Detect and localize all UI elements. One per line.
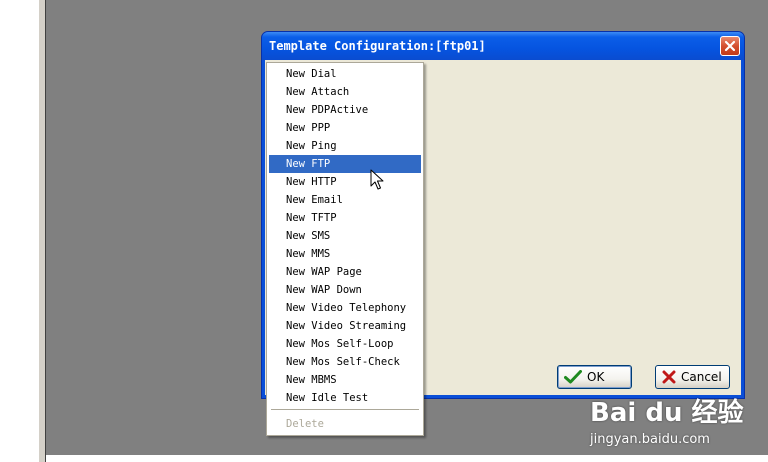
menu-item-new-wap-down[interactable]: New WAP Down <box>269 281 421 299</box>
menu-item-label: New WAP Down <box>286 284 362 296</box>
menu-item-new-http[interactable]: New HTTP <box>269 173 421 191</box>
left-frame-border <box>38 0 46 462</box>
menu-item-new-mbms[interactable]: New MBMS <box>269 371 421 389</box>
menu-item-new-mos-self-check[interactable]: New Mos Self-Check <box>269 353 421 371</box>
menu-item-label: Delete <box>286 418 324 430</box>
menu-item-label: New Video Telephony <box>286 302 407 314</box>
context-menu: New Dial New Attach New PDPActive New PP… <box>266 62 424 436</box>
menu-item-new-pdpactive[interactable]: New PDPActive <box>269 101 421 119</box>
menu-item-new-email[interactable]: New Email <box>269 191 421 209</box>
red-x-icon <box>662 370 676 384</box>
ok-button-label: OK <box>587 370 605 384</box>
menu-item-label: New PPP <box>286 122 331 134</box>
menu-item-new-video-telephony[interactable]: New Video Telephony <box>269 299 421 317</box>
menu-item-new-tftp[interactable]: New TFTP <box>269 209 421 227</box>
menu-item-label: New MBMS <box>286 374 337 386</box>
menu-item-label: New TFTP <box>286 212 337 224</box>
watermark-url: jingyan.baidu.com <box>590 432 710 447</box>
dialog-titlebar[interactable]: Template Configuration:[ftp01] <box>262 32 744 60</box>
checkmark-icon <box>564 370 582 384</box>
menu-item-label: New Attach <box>286 86 350 98</box>
watermark-logo: Bai du 经验 <box>590 398 744 428</box>
menu-item-new-wap-page[interactable]: New WAP Page <box>269 263 421 281</box>
menu-item-new-ftp[interactable]: New FTP <box>269 155 421 173</box>
menu-item-new-attach[interactable]: New Attach <box>269 83 421 101</box>
menu-item-new-video-streaming[interactable]: New Video Streaming <box>269 317 421 335</box>
arrow-cursor-icon <box>370 169 384 190</box>
ok-button[interactable]: OK <box>557 365 632 389</box>
menu-separator <box>271 409 419 410</box>
menu-item-label: New Email <box>286 194 343 206</box>
menu-item-new-mms[interactable]: New MMS <box>269 245 421 263</box>
menu-item-label: New Mos Self-Loop <box>286 338 394 350</box>
menu-item-new-ppp[interactable]: New PPP <box>269 119 421 137</box>
left-white-panel <box>0 0 38 462</box>
menu-item-new-idle-test[interactable]: New Idle Test <box>269 389 421 407</box>
menu-item-new-sms[interactable]: New SMS <box>269 227 421 245</box>
menu-item-new-mos-self-loop[interactable]: New Mos Self-Loop <box>269 335 421 353</box>
baidu-jingyan-watermark: Bai du 经验 jingyan.baidu.com <box>588 392 766 458</box>
menu-item-label: New FTP <box>286 158 331 170</box>
menu-item-label: New PDPActive <box>286 104 369 116</box>
menu-item-new-dial[interactable]: New Dial <box>269 65 421 83</box>
menu-item-label: New MMS <box>286 248 331 260</box>
menu-item-new-ping[interactable]: New Ping <box>269 137 421 155</box>
cancel-button[interactable]: Cancel <box>655 365 730 389</box>
close-button[interactable] <box>720 36 740 56</box>
menu-item-label: New WAP Page <box>286 266 362 278</box>
dialog-title: Template Configuration:[ftp01] <box>269 39 486 53</box>
menu-item-label: New Idle Test <box>286 392 369 404</box>
menu-item-label: New Ping <box>286 140 337 152</box>
menu-item-label: New Dial <box>286 68 337 80</box>
menu-item-label: New Video Streaming <box>286 320 407 332</box>
cancel-button-label: Cancel <box>681 370 722 384</box>
menu-item-label: New Mos Self-Check <box>286 356 400 368</box>
menu-item-label: New SMS <box>286 230 331 242</box>
menu-item-label: New HTTP <box>286 176 337 188</box>
close-x-icon <box>724 40 736 52</box>
menu-item-delete: Delete <box>269 415 421 433</box>
